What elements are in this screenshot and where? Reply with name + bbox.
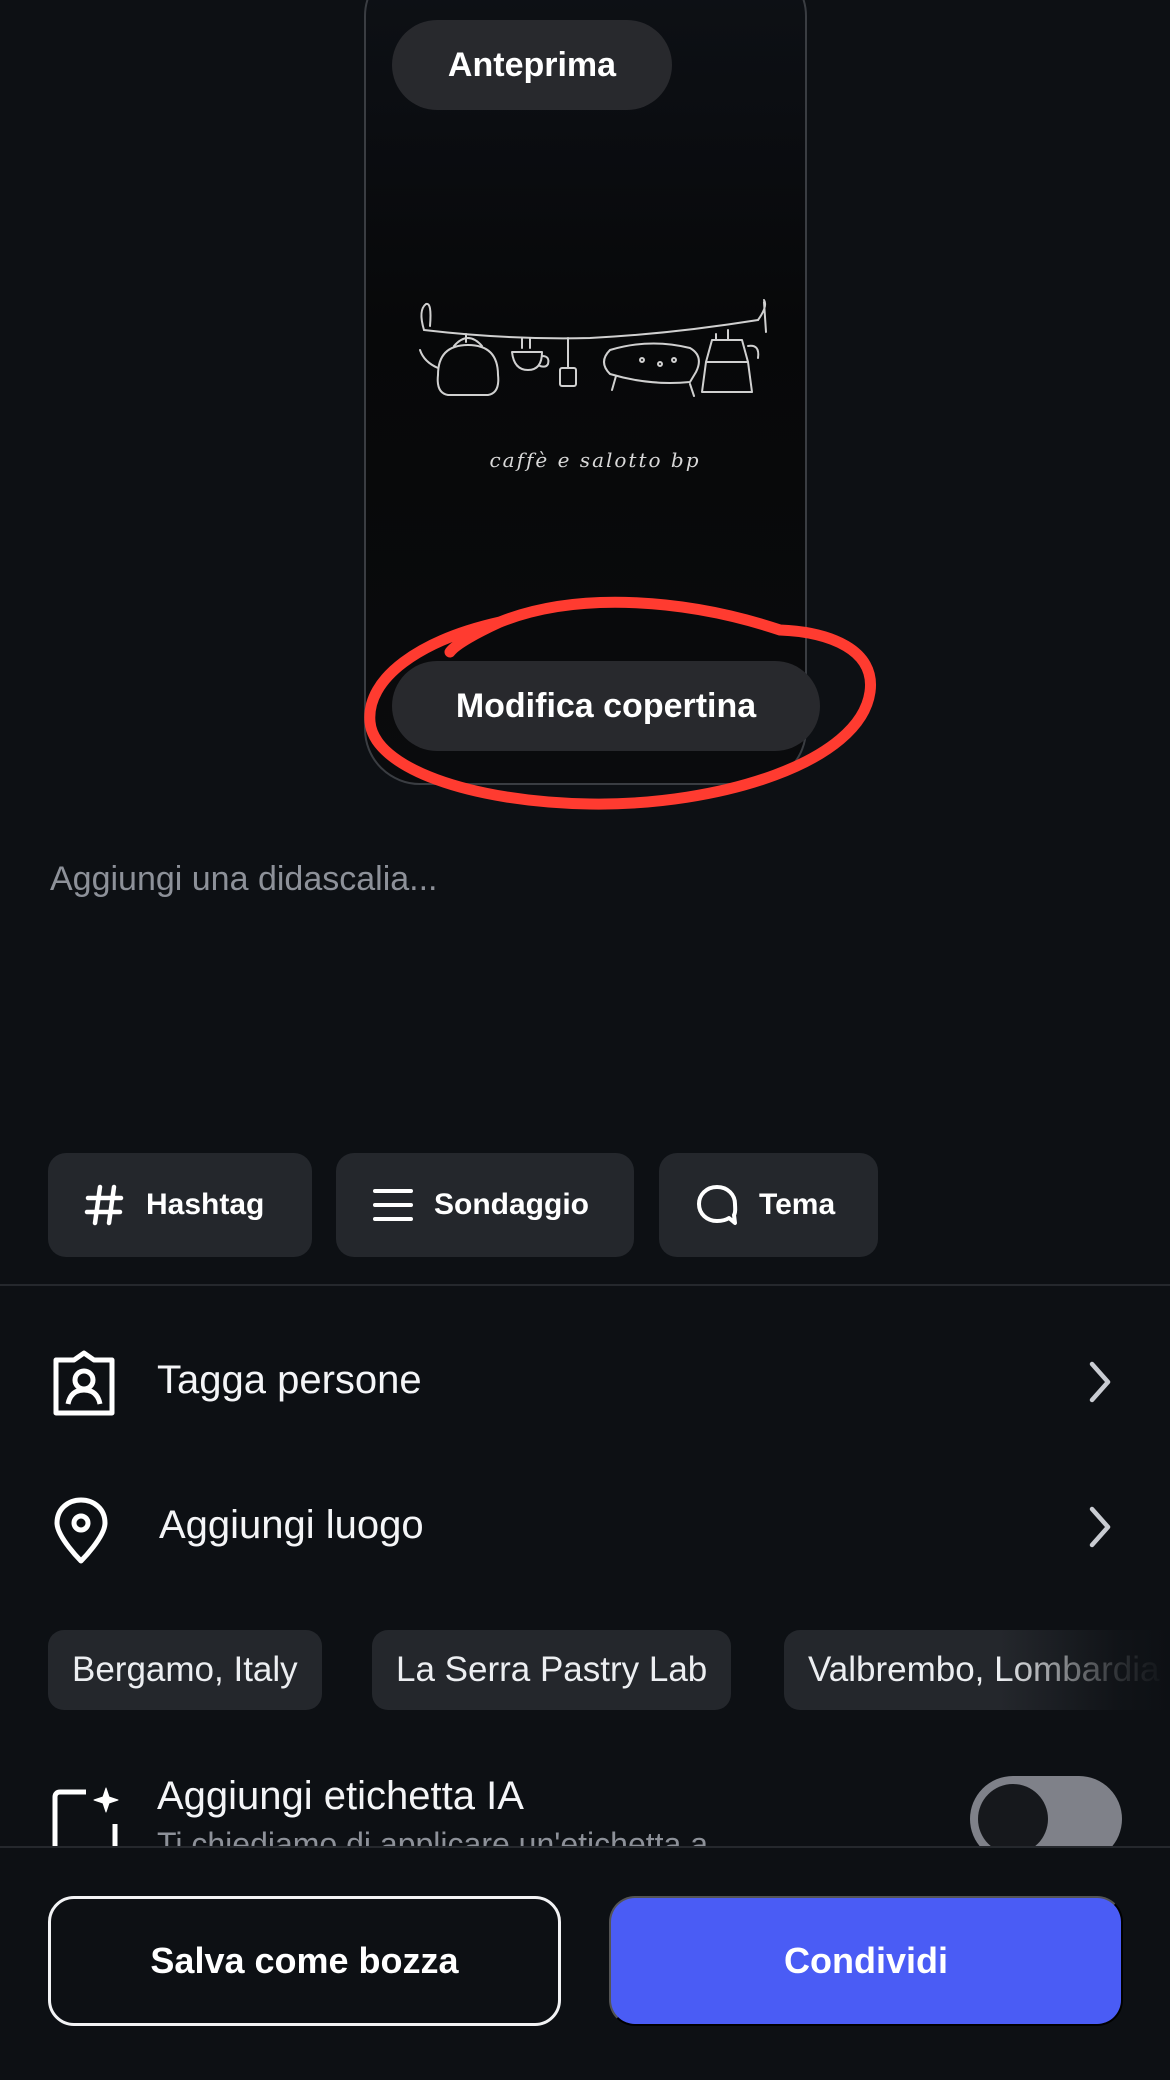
toggle-knob (978, 1784, 1048, 1854)
save-draft-button[interactable]: Salva come bozza (48, 1896, 561, 2026)
location-pin-icon (54, 1497, 108, 1564)
poll-chip[interactable]: Sondaggio (336, 1153, 634, 1257)
hashtag-chip-label: Hashtag (146, 1188, 265, 1221)
location-chip[interactable]: Bergamo, Italy (48, 1630, 322, 1710)
divider (0, 1284, 1170, 1286)
caption-input[interactable] (50, 860, 1120, 1060)
theme-chip-label: Tema (759, 1188, 836, 1221)
add-location-row[interactable]: Aggiungi luogo (0, 1467, 1170, 1587)
list-icon (373, 1189, 413, 1221)
scroll-fade (1000, 1630, 1170, 1710)
speech-bubble-icon (697, 1185, 738, 1225)
ai-label-title: Aggiungi etichetta IA (157, 1774, 524, 1818)
hashtag-chip[interactable]: Hashtag (48, 1153, 312, 1257)
poll-chip-label: Sondaggio (434, 1188, 589, 1221)
tag-people-label: Tagga persone (157, 1358, 422, 1402)
tag-people-row[interactable]: Tagga persone (0, 1322, 1170, 1442)
cover-caption: caffè e salotto bp (489, 448, 701, 472)
edit-cover-button[interactable]: Modifica copertina (392, 661, 820, 751)
location-suggestions: Bergamo, Italy La Serra Pastry Lab Valbr… (48, 1630, 1170, 1710)
chevron-right-icon (1089, 1361, 1111, 1403)
hashtag-icon (84, 1184, 124, 1226)
add-location-label: Aggiungi luogo (159, 1503, 424, 1547)
preview-button[interactable]: Anteprima (392, 20, 672, 110)
theme-chip[interactable]: Tema (659, 1153, 878, 1257)
location-chip[interactable]: La Serra Pastry Lab (372, 1630, 732, 1710)
tag-person-icon (53, 1350, 115, 1416)
chevron-right-icon (1089, 1506, 1111, 1548)
share-button[interactable]: Condividi (609, 1896, 1123, 2026)
